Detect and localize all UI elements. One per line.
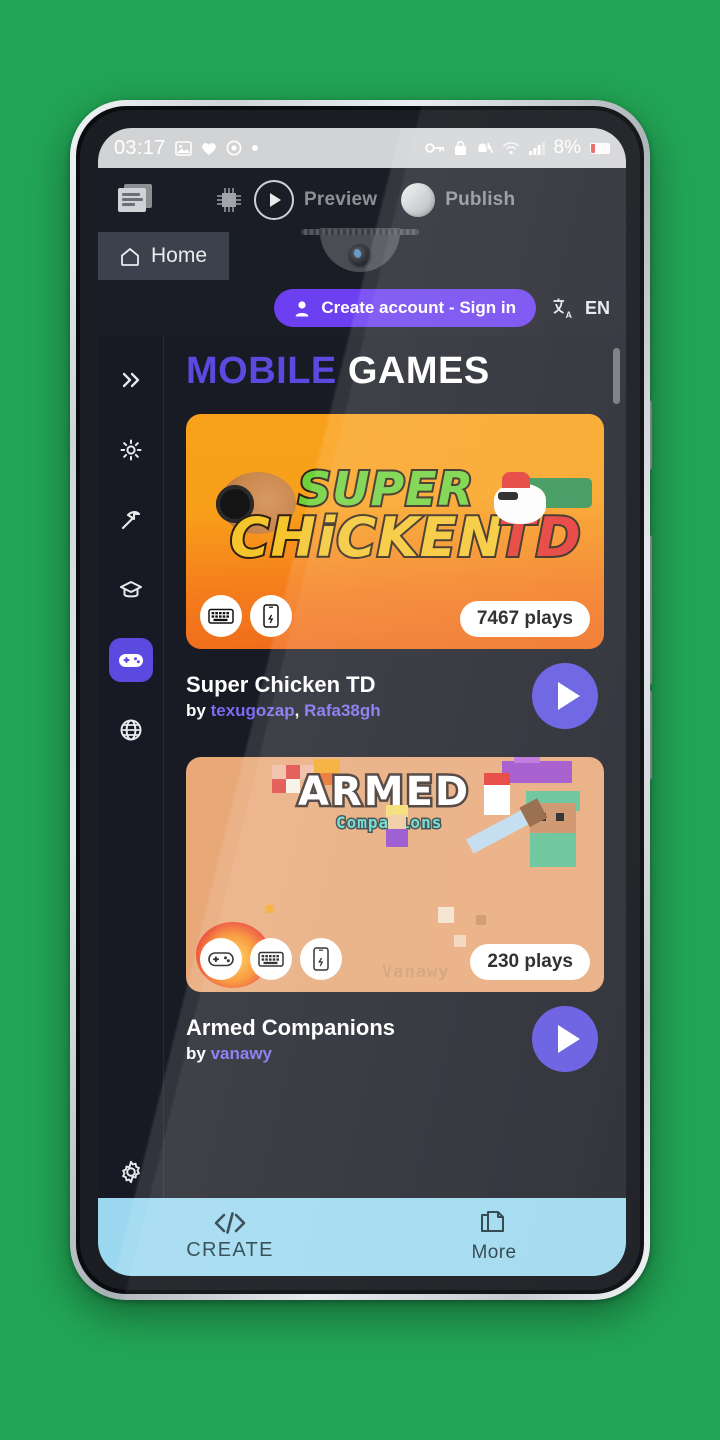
code-icon (213, 1212, 247, 1234)
phone-inner-bezel: 03:17 8% Preview Publish Home Create acc… (80, 110, 640, 1290)
windows-stack-icon[interactable] (118, 184, 152, 216)
status-bar-left: 03:17 (98, 137, 259, 160)
platform-badges (200, 938, 342, 980)
page-title-part1: MOBILE (186, 350, 337, 392)
page-title-part2: GAMES (347, 350, 490, 392)
sidebar-item-expand[interactable] (109, 358, 153, 402)
copy-pages-icon (480, 1210, 508, 1237)
create-account-sign-in-button[interactable]: Create account - Sign in (274, 289, 536, 327)
user-icon (294, 300, 310, 317)
signal-icon (528, 141, 545, 155)
phone-frame: 03:17 8% Preview Publish Home Create acc… (70, 100, 650, 1300)
sidebar-item-community[interactable] (109, 708, 153, 752)
bottom-nav-more[interactable]: More (362, 1210, 626, 1264)
status-time: 03:17 (114, 136, 166, 159)
play-count-badge: 230 plays (470, 944, 590, 980)
by-label: by (186, 1044, 206, 1064)
page-title: MOBILE GAMES (186, 352, 626, 390)
home-icon (120, 247, 140, 266)
bottom-nav-more-label: More (471, 1241, 517, 1263)
platform-badges (200, 595, 292, 637)
sidebar-item-games[interactable] (108, 638, 153, 682)
sidebar-item-effects[interactable] (109, 428, 153, 472)
sidebar-item-settings[interactable] (109, 1150, 153, 1194)
author-separator: , (294, 701, 305, 721)
language-selector[interactable]: A EN (552, 297, 610, 319)
heart-icon (201, 141, 217, 156)
game-meta: Super Chicken TD by texugozap, Rafa38gh (186, 663, 604, 729)
translate-icon: A (552, 297, 575, 319)
tab-home-label: Home (151, 244, 208, 267)
game-art-super-chicken-td: SUPER CHiCKEN TD (216, 460, 592, 582)
author-link[interactable]: texugozap (211, 701, 295, 720)
language-code: EN (584, 297, 610, 318)
screenshot-stage: 03:17 8% Preview Publish Home Create acc… (0, 0, 720, 1440)
game-card[interactable]: SUPER CHiCKEN TD 7467 plays Super Chicke… (186, 414, 604, 729)
publish-label[interactable]: Publish (445, 189, 515, 211)
chip-icon[interactable] (214, 185, 244, 215)
by-label: by (186, 701, 206, 721)
chicken-art (494, 472, 546, 524)
battery-percent: 8% (553, 137, 581, 158)
art-word-2: CHiCKEN (228, 504, 505, 571)
keyboard-icon (200, 595, 242, 637)
dot-icon (251, 144, 259, 152)
status-bar: 03:17 8% (98, 128, 626, 168)
gamepad-icon (200, 938, 242, 980)
bottom-nav-create-label: CREATE (186, 1239, 274, 1261)
game-title: Super Chicken TD (186, 671, 376, 697)
lock-icon (454, 140, 467, 156)
author-link[interactable]: vanawy (211, 1044, 272, 1063)
left-sidebar (98, 336, 164, 1276)
phone-bezel: 03:17 8% Preview Publish Home Create acc… (76, 106, 644, 1294)
princess-art (384, 805, 410, 847)
publish-disc-icon[interactable] (401, 183, 436, 217)
game-meta: Armed Companions by vanawy (186, 1006, 604, 1072)
wifi-icon (502, 141, 520, 155)
play-game-button[interactable] (532, 1006, 598, 1072)
author-link[interactable]: Rafa38gh (304, 701, 381, 720)
status-bar-right: 8% (424, 137, 626, 159)
alarm-icon (226, 140, 242, 156)
bottom-nav-bar: CREATE More (98, 1198, 626, 1276)
bell-muted-icon (476, 141, 493, 156)
app-toolbar: Preview Publish (98, 168, 626, 232)
game-authors: by texugozap, Rafa38gh (186, 701, 532, 721)
games-content: MOBILE GAMES SUPER CHiCKEN TD 7467 plays… (164, 336, 626, 1276)
earpiece-speaker (301, 229, 419, 235)
key-icon (424, 142, 445, 154)
play-count-badge: 7467 plays (459, 601, 590, 637)
mobile-icon (250, 595, 292, 637)
game-card[interactable]: ARMED Companions (186, 757, 604, 1072)
play-game-button[interactable] (532, 663, 598, 729)
preview-label[interactable]: Preview (304, 189, 377, 211)
game-thumbnail[interactable]: SUPER CHiCKEN TD 7467 plays (186, 414, 604, 649)
bottom-nav-create[interactable]: CREATE (98, 1212, 362, 1262)
mobile-icon (300, 938, 342, 980)
image-icon (174, 140, 192, 156)
preview-play-button[interactable] (254, 180, 294, 220)
keyboard-icon (250, 938, 292, 980)
front-camera-icon (348, 244, 372, 268)
sidebar-item-learn[interactable] (109, 568, 153, 612)
artwork-watermark: Vanawy (382, 962, 450, 982)
sidebar-item-build[interactable] (109, 498, 153, 542)
game-thumbnail[interactable]: ARMED Companions (186, 757, 604, 992)
app-body: MOBILE GAMES SUPER CHiCKEN TD 7467 plays… (98, 336, 626, 1276)
scrollbar-thumb[interactable] (613, 348, 620, 404)
sign-in-label: Create account - Sign in (321, 298, 516, 317)
scrollbar-track[interactable] (613, 342, 623, 1270)
battery-icon (590, 142, 610, 154)
phone-screen: 03:17 8% Preview Publish Home Create acc… (98, 128, 626, 1276)
tab-home[interactable]: Home (98, 232, 230, 280)
game-title: Armed Companions (186, 1014, 396, 1040)
svg-text:A: A (565, 310, 572, 319)
account-bar: Create account - Sign in A EN (98, 280, 626, 336)
game-authors: by vanawy (186, 1044, 532, 1064)
